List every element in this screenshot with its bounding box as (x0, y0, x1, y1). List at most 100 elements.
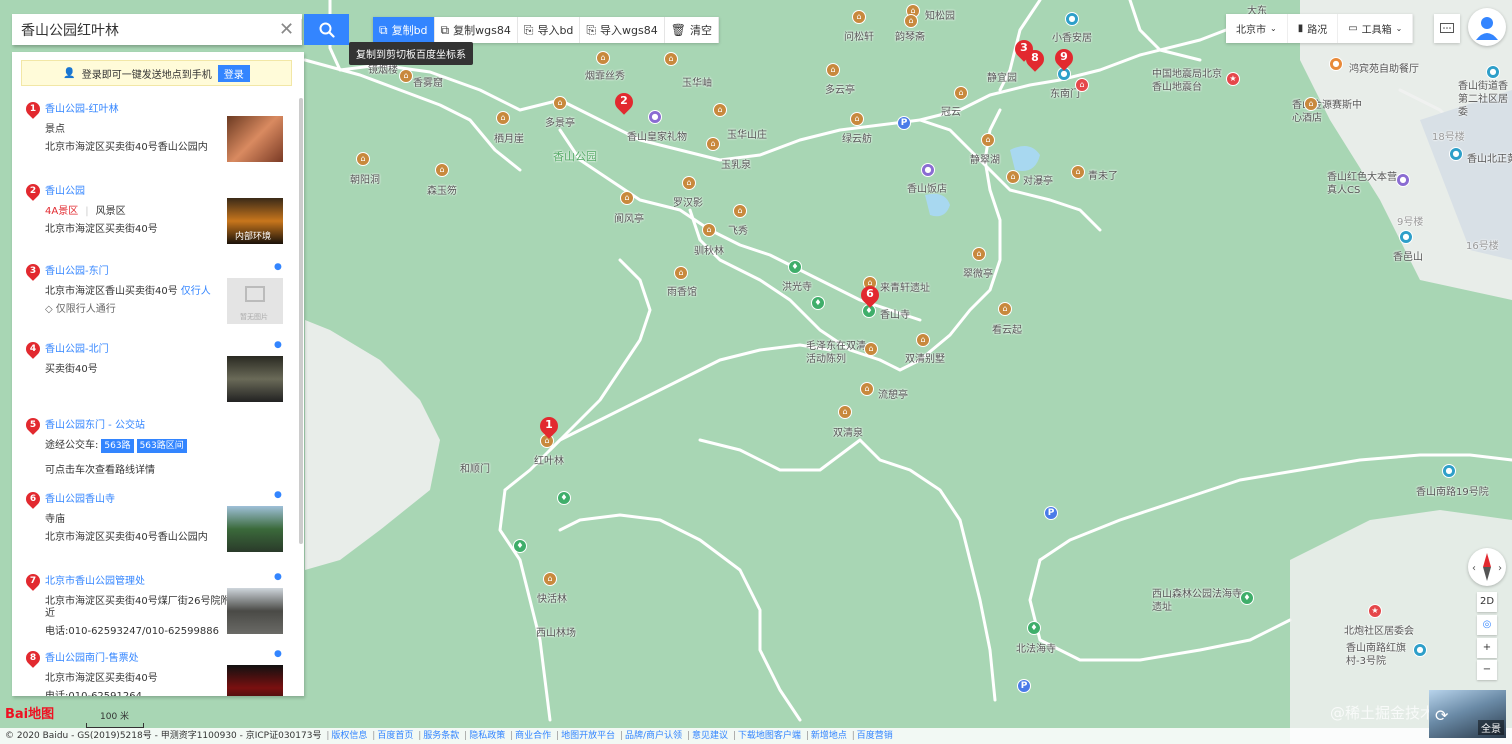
parking-icon[interactable]: P (897, 116, 911, 130)
scrollbar[interactable] (299, 98, 303, 544)
scenic-spot-icon[interactable]: ⌂ (852, 10, 866, 24)
building-icon[interactable]: ● (1399, 230, 1413, 244)
search-input[interactable] (12, 15, 272, 44)
scenic-spot-icon[interactable]: ⌂ (1006, 170, 1020, 184)
building-icon[interactable]: ● (1442, 464, 1456, 478)
footer-link[interactable]: 品牌/商户认领 (625, 731, 682, 741)
scenic-spot-icon[interactable]: ⌂ (543, 572, 557, 586)
traffic-button[interactable]: ▮ 路况 (1288, 14, 1339, 43)
result-title[interactable]: 香山公园东门 - 公交站 (45, 416, 145, 431)
list-item[interactable]: 7 北京市香山公园管理处 ● 北京市海淀区买卖街40号煤厂街26号院附 近 电话… (12, 571, 298, 652)
bus-route-tag[interactable]: 563路 (101, 439, 134, 453)
result-title[interactable]: 香山公园-红叶林 (45, 100, 119, 115)
import-bd-button[interactable]: ⎘ 导入bd (518, 17, 581, 43)
result-thumbnail[interactable] (227, 665, 283, 696)
result-marker[interactable]: 9 (1051, 45, 1077, 73)
result-marker[interactable]: 6 (857, 282, 883, 310)
location-pin-icon[interactable]: ● (274, 490, 282, 500)
location-pin-icon[interactable]: ● (274, 572, 282, 582)
temple-icon[interactable]: ♦ (788, 260, 802, 274)
bus-route-tag[interactable]: 563路区间 (136, 439, 187, 453)
locate-button[interactable]: ◎ (1477, 615, 1497, 635)
scenic-spot-icon[interactable]: ⌂ (553, 96, 567, 110)
footer-link[interactable]: 地图开放平台 (561, 731, 615, 741)
list-item[interactable]: 1 香山公园-红叶林 景点 北京市海淀区买卖街40号香山公园内 (12, 99, 298, 182)
list-item[interactable]: 2 香山公园 4A景区 | 风景区 北京市海淀区买卖街40号 内部环境 (12, 181, 298, 264)
shop-icon[interactable]: ● (648, 110, 662, 124)
building-icon[interactable]: ● (1413, 643, 1427, 657)
copy-wgs84-button[interactable]: ⧉ 复制wgs84 (435, 17, 518, 43)
list-item[interactable]: 3 香山公园-东门 ● 北京市海淀区香山买卖街40号 仅行人 ◇ 仅限行人通行 暂无… (12, 261, 298, 344)
footer-link[interactable]: 下载地图客户端 (738, 731, 801, 741)
location-pin-icon[interactable]: ● (274, 649, 282, 659)
result-thumbnail[interactable] (227, 116, 283, 162)
scenic-spot-icon[interactable]: ⌂ (713, 103, 727, 117)
location-pin-icon[interactable]: ● (274, 262, 282, 272)
result-title[interactable]: 香山公园-北门 (45, 340, 109, 355)
scenic-spot-icon[interactable]: ⌂ (356, 152, 370, 166)
scenic-spot-icon[interactable]: ⌂ (864, 342, 878, 356)
location-pin-icon[interactable]: ● (274, 340, 282, 350)
toolbox-button[interactable]: ▭ 工具箱 ⌄ (1338, 14, 1414, 43)
scenic-spot-icon[interactable]: ⌂ (981, 133, 995, 147)
scenic-spot-icon[interactable]: ⌂ (496, 111, 510, 125)
hotel-icon[interactable]: ⌂ (1304, 97, 1318, 111)
import-wgs84-button[interactable]: ⎘ 导入wgs84 (580, 17, 665, 43)
scenic-spot-icon[interactable]: ⌂ (998, 302, 1012, 316)
user-avatar[interactable] (1468, 8, 1506, 46)
footer-link[interactable]: 百度营销 (857, 731, 893, 741)
panorama-button[interactable]: ⟳ 全景 (1429, 690, 1506, 738)
2d-toggle-button[interactable]: 2D (1477, 592, 1497, 612)
scenic-spot-icon[interactable]: ⌂ (435, 163, 449, 177)
footer-link[interactable]: 版权信息 (331, 731, 367, 741)
result-thumbnail[interactable] (227, 506, 283, 552)
list-item[interactable]: 6 香山公园香山寺 ● 寺庙 北京市海淀区买卖街40号香山公园内 (12, 489, 298, 572)
result-marker[interactable]: 2 (611, 89, 637, 117)
parking-icon[interactable]: P (1017, 679, 1031, 693)
login-button[interactable]: 登录 (217, 64, 250, 82)
message-button[interactable] (1434, 14, 1460, 43)
scenic-spot-icon[interactable]: ⌂ (733, 204, 747, 218)
landmark-icon[interactable]: ⌂ (1075, 78, 1089, 92)
restroom-icon[interactable]: ♦ (513, 539, 527, 553)
scenic-spot-icon[interactable]: ⌂ (954, 86, 968, 100)
footer-link[interactable]: 百度首页 (377, 731, 413, 741)
scenic-spot-icon[interactable]: ⌂ (702, 223, 716, 237)
close-icon[interactable]: ✕ (272, 19, 302, 40)
scenic-spot-icon[interactable]: ⌂ (826, 63, 840, 77)
scenic-spot-icon[interactable]: ⌂ (620, 191, 634, 205)
landmark-icon[interactable]: ★ (1226, 72, 1240, 86)
search-button[interactable] (304, 14, 349, 45)
restroom-icon[interactable]: ♦ (557, 491, 571, 505)
footer-link[interactable]: 商业合作 (515, 731, 551, 741)
zoom-in-button[interactable]: + (1477, 638, 1497, 658)
city-selector[interactable]: 北京市 ⌄ (1226, 14, 1288, 43)
result-marker[interactable]: 1 (536, 413, 562, 441)
scenic-spot-icon[interactable]: ⌂ (706, 137, 720, 151)
scenic-spot-icon[interactable]: ⌂ (674, 266, 688, 280)
clear-button[interactable]: 🗑 清空 (665, 17, 719, 43)
scenic-spot-icon[interactable]: ⌂ (850, 112, 864, 126)
zoom-out-button[interactable]: − (1477, 660, 1497, 680)
temple-icon[interactable]: ♦ (1027, 621, 1041, 635)
result-thumbnail[interactable] (227, 588, 283, 634)
scenic-spot-icon[interactable]: ⌂ (838, 405, 852, 419)
result-title[interactable]: 香山公园 (45, 182, 85, 197)
building-icon[interactable]: ● (1486, 65, 1500, 79)
restroom-icon[interactable]: ♦ (811, 296, 825, 310)
service-icon[interactable]: ● (1065, 12, 1079, 26)
scenic-spot-icon[interactable]: ⌂ (916, 333, 930, 347)
scenic-spot-icon[interactable]: ⌂ (972, 247, 986, 261)
building-icon[interactable]: ● (1449, 147, 1463, 161)
copy-bd-button[interactable]: ⧉ 复制bd (373, 17, 435, 43)
list-item[interactable]: 8 香山公园南门-售票处 ● 北京市海淀区买卖街40号 电话:010-62591… (12, 648, 298, 696)
compass-control[interactable]: ‹ › (1468, 548, 1506, 586)
scenic-spot-icon[interactable]: ⌂ (1071, 165, 1085, 179)
scenic-spot-icon[interactable]: ⌂ (904, 14, 918, 28)
temple-icon[interactable]: ♦ (1240, 591, 1254, 605)
scenic-spot-icon[interactable]: ⌂ (682, 176, 696, 190)
landmark-icon[interactable]: ★ (1368, 604, 1382, 618)
footer-link[interactable]: 服务条款 (423, 731, 459, 741)
scenic-spot-icon[interactable]: ⌂ (664, 52, 678, 66)
hotel-icon[interactable]: ● (921, 163, 935, 177)
